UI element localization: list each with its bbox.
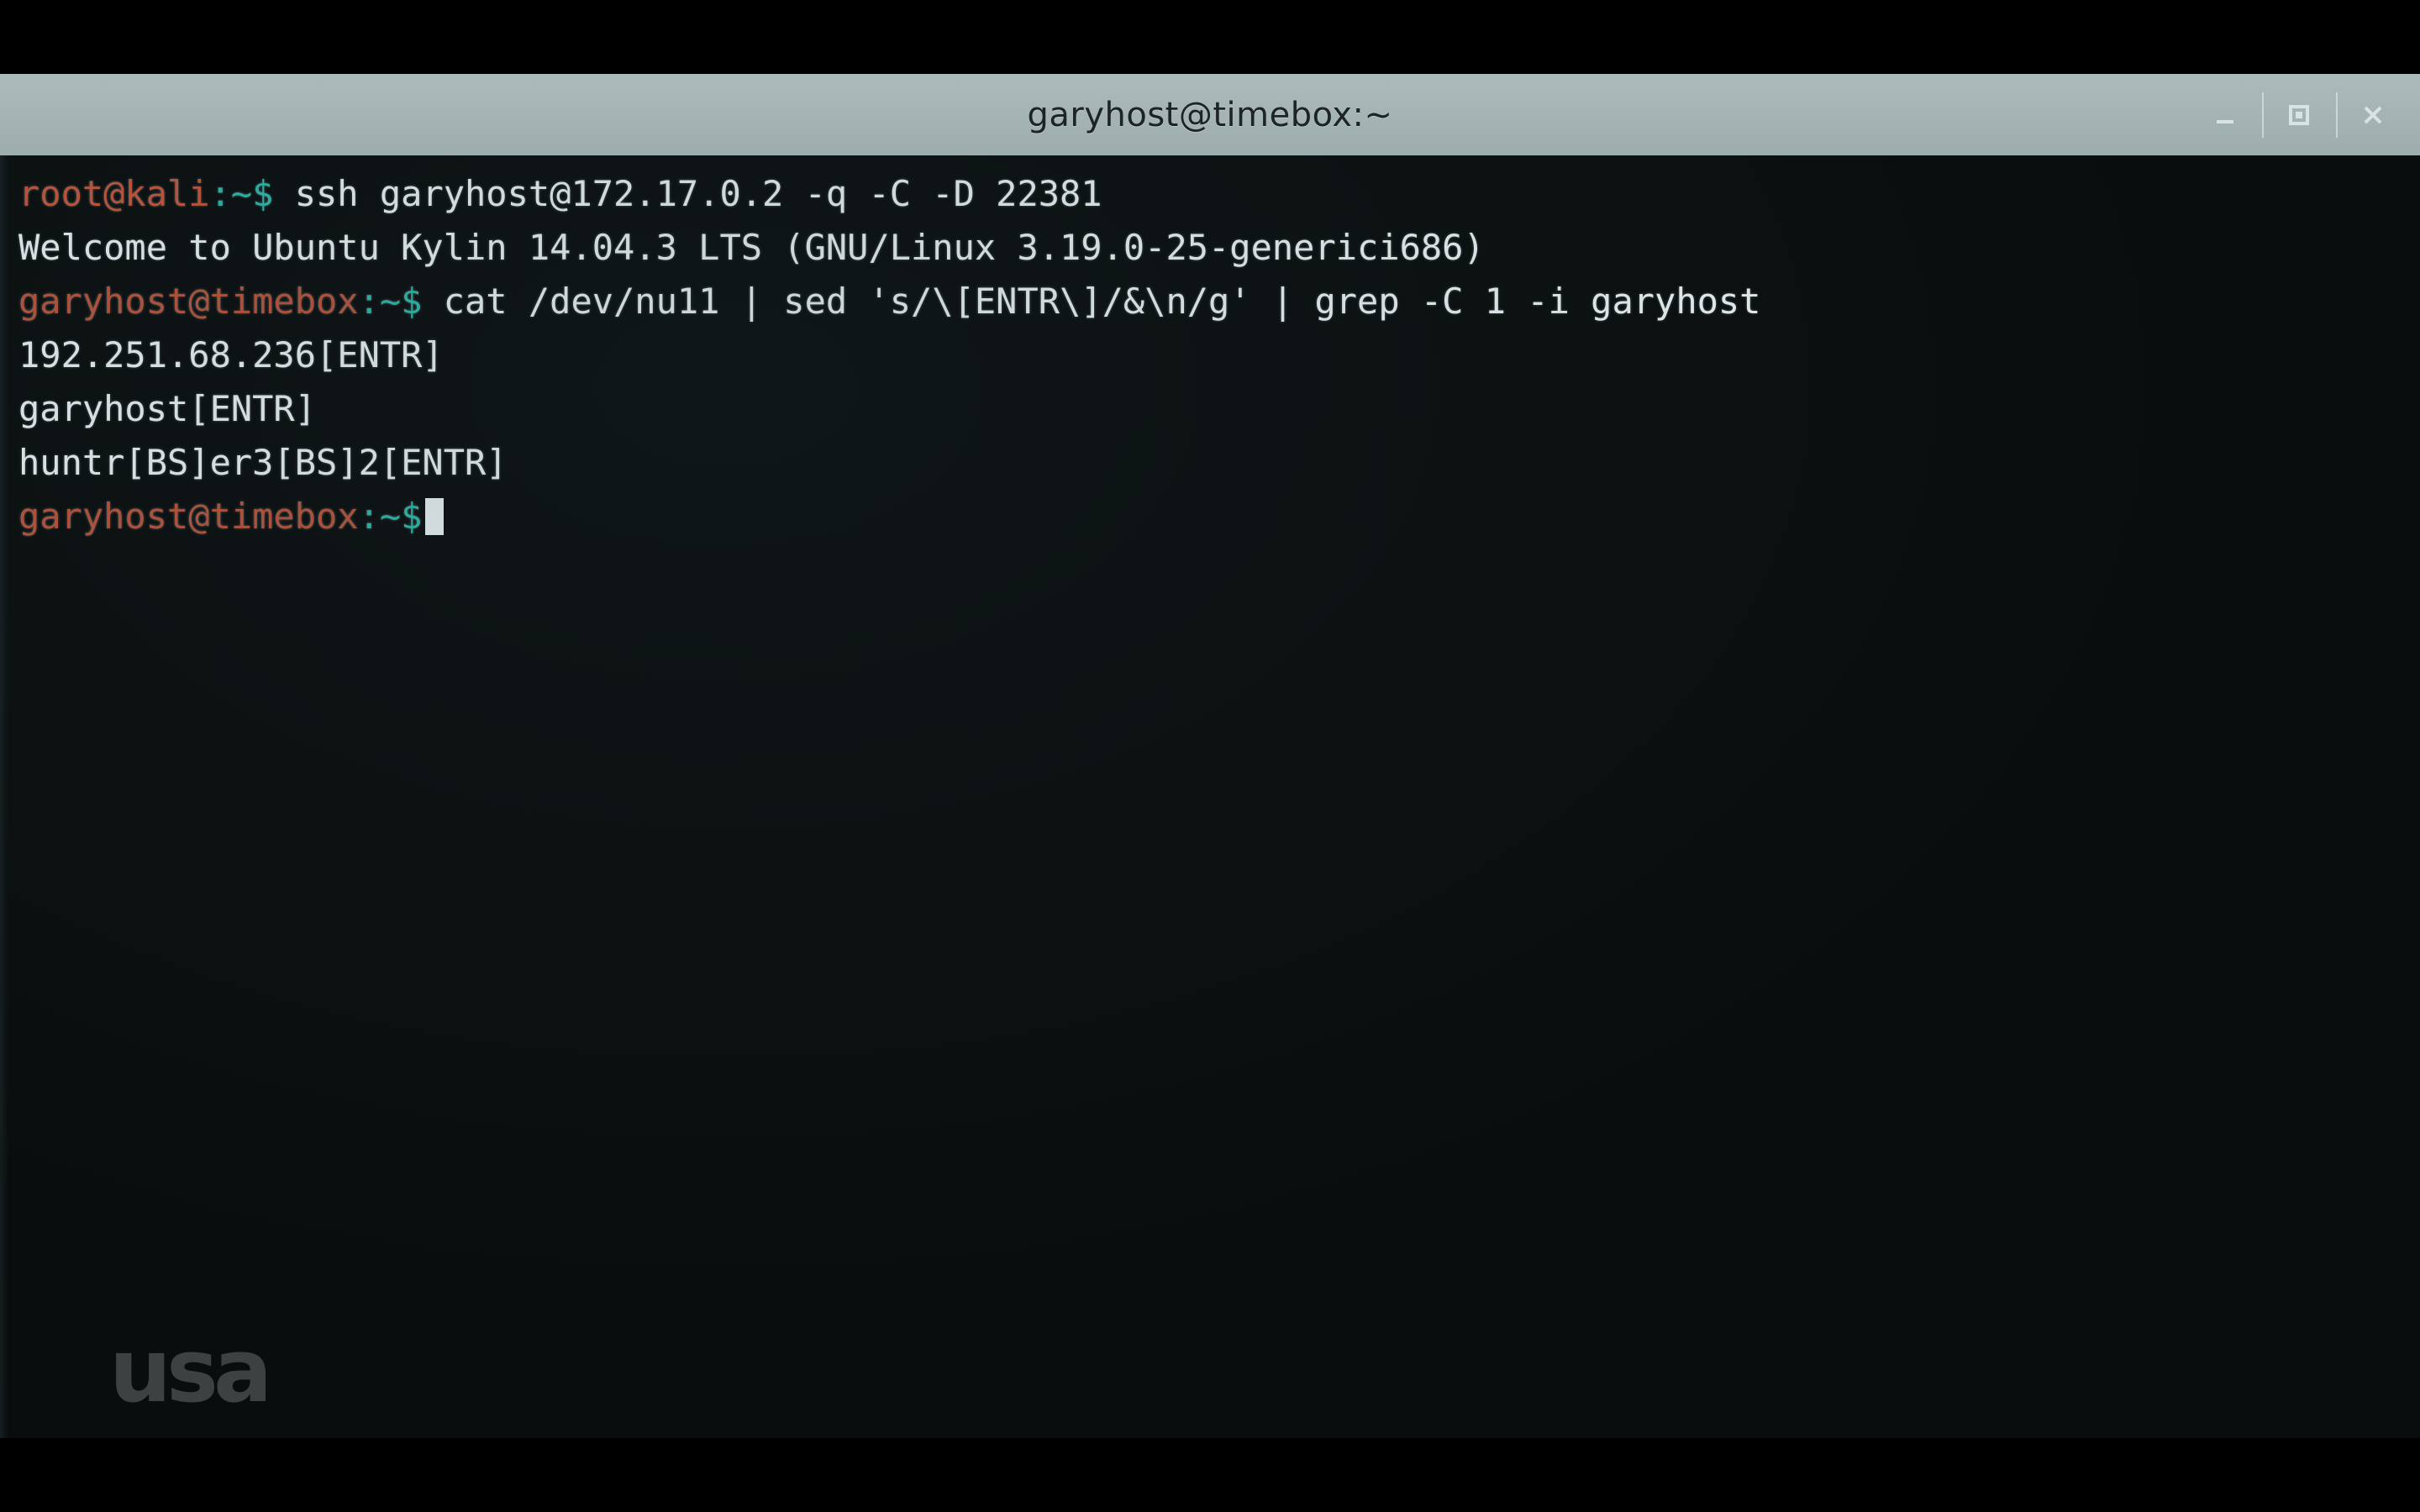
window-controls [2188,74,2410,155]
screen: garyhost@timebox:~ root@kali:~$ ssh gary… [0,0,2420,1512]
window-title: garyhost@timebox:~ [1027,95,1393,134]
usa-network-logo-text: usa [109,1327,267,1411]
letterbox-bottom-bar [0,1438,2420,1512]
terminal-line: huntr[BS]er3[BS]2[ENTR] [18,436,2420,490]
command-text: cat /dev/nu11 | sed 's/\[ENTR\]/&\n/g' |… [422,281,1761,322]
minimize-button[interactable] [2188,86,2262,144]
minimize-icon [2217,119,2233,123]
prompt-user: garyhost@timebox [18,496,359,537]
maximize-button[interactable] [2262,86,2336,144]
close-button[interactable] [2336,86,2410,144]
prompt-path: :~$ [358,496,423,537]
output-text: huntr[BS]er3[BS]2[ENTR] [18,442,508,483]
terminal-line-active: garyhost@timebox:~$ [18,490,2420,543]
letterbox-top-bar [0,0,2420,74]
terminal-line: 192.251.68.236[ENTR] [18,328,2420,382]
terminal-line: garyhost@timebox:~$ cat /dev/nu11 | sed … [18,275,2420,328]
terminal-output-area[interactable]: root@kali:~$ ssh garyhost@172.17.0.2 -q … [0,155,2420,1438]
terminal-line: Welcome to Ubuntu Kylin 14.04.3 LTS (GNU… [18,221,2420,275]
prompt-path: :~$ [209,173,274,214]
close-icon [2364,106,2382,123]
prompt-user: root@kali [18,173,210,214]
usa-network-logo: usa [109,1327,302,1411]
output-text: garyhost[ENTR] [18,388,317,429]
prompt-path: :~$ [358,281,423,322]
terminal-line: garyhost[ENTR] [18,382,2420,436]
output-text: Welcome to Ubuntu Kylin 14.04.3 LTS (GNU… [18,227,1485,268]
output-text: 192.251.68.236[ENTR] [18,334,444,375]
command-text: ssh garyhost@172.17.0.2 -q -C -D 22381 [273,173,1102,214]
text-cursor [425,498,445,535]
terminal-window: garyhost@timebox:~ root@kali:~$ ssh gary… [0,74,2420,1438]
prompt-user: garyhost@timebox [18,281,359,322]
maximize-icon [2289,104,2309,125]
window-titlebar[interactable]: garyhost@timebox:~ [0,74,2420,155]
terminal-line: root@kali:~$ ssh garyhost@172.17.0.2 -q … [18,167,2420,221]
